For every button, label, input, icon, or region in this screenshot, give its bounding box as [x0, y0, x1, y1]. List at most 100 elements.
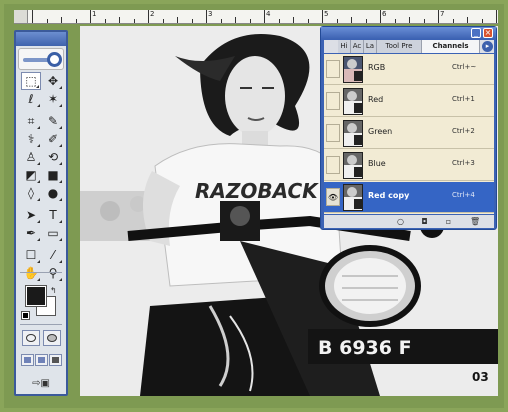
eraser-icon: ◩: [25, 168, 37, 182]
flyout-indicator: [59, 144, 62, 147]
ruler-tick: [322, 10, 323, 23]
visibility-toggle[interactable]: [326, 92, 340, 110]
default-colors-icon[interactable]: [21, 311, 30, 320]
ruler-tick: [220, 19, 222, 23]
standard-mode-button[interactable]: [22, 330, 40, 346]
jump-to-imageready-button[interactable]: ⇨▣: [26, 378, 56, 392]
dodge-tool[interactable]: ●: [43, 184, 63, 202]
ruler-label: 1: [92, 10, 97, 18]
channel-row-rgb[interactable]: RGB Ctrl+~: [324, 54, 494, 85]
palette-titlebar[interactable]: [321, 27, 496, 39]
close-icon[interactable]: ×: [483, 28, 493, 38]
quick-mask-mode-button[interactable]: [43, 330, 61, 346]
foreground-color-swatch[interactable]: [25, 285, 47, 307]
magic-wand-icon: ✶: [47, 92, 59, 106]
channel-thumbnail: [343, 152, 363, 179]
zoom-tool[interactable]: ⚲: [43, 264, 63, 282]
tab-tool-presets[interactable]: Tool Pre: [377, 40, 422, 53]
license-plate: B 6936 F: [318, 337, 412, 359]
crop-tool[interactable]: ⌗: [21, 112, 41, 130]
ruler-tick: [61, 17, 62, 23]
visibility-toggle[interactable]: [326, 156, 340, 174]
gradient-tool[interactable]: ■: [43, 166, 63, 184]
channel-row-blue[interactable]: Blue Ctrl+3: [324, 150, 494, 181]
eraser-tool[interactable]: ◩: [21, 166, 41, 184]
history-brush-tool[interactable]: ⟲: [43, 148, 63, 166]
channel-shortcut: Ctrl+4: [452, 191, 475, 199]
tab-actions[interactable]: Ac: [351, 40, 364, 53]
ruler-tick: [481, 19, 483, 23]
flyout-indicator: [59, 198, 62, 201]
move-icon: ✥: [47, 74, 59, 88]
notes-tool[interactable]: ☐: [21, 246, 41, 264]
eyedropper-tool[interactable]: ⁄: [43, 246, 63, 264]
hand-tool[interactable]: ✋: [21, 264, 41, 282]
path-selection-tool[interactable]: ➤: [21, 206, 41, 224]
channel-thumbnail: [343, 88, 363, 115]
ruler-origin[interactable]: [14, 10, 28, 24]
healing-brush-icon: ⚕: [27, 132, 35, 146]
pen-tool[interactable]: ✒: [21, 224, 41, 242]
ruler-tick: [496, 10, 497, 23]
flyout-indicator: [59, 180, 62, 183]
lasso-tool[interactable]: ℓ: [21, 90, 41, 108]
tab-history[interactable]: Hi: [338, 40, 351, 53]
channel-name: Red: [368, 95, 384, 104]
save-selection-icon[interactable]: ◘: [420, 217, 429, 226]
ruler-tick: [467, 17, 468, 23]
channel-list: RGB Ctrl+~ Red Ctrl+1 Green Ctrl+2 Blue …: [324, 54, 494, 214]
ruler-tick: [249, 19, 251, 23]
app-frame: 12345678 RAZOBACK: [0, 0, 508, 412]
standard-mode-icon: [26, 334, 36, 342]
channel-thumbnail: [343, 56, 363, 83]
magic-wand-tool[interactable]: ✶: [43, 90, 63, 108]
eye-icon: 👁: [327, 193, 339, 202]
visibility-toggle[interactable]: 👁: [326, 188, 340, 206]
channel-row-red-copy[interactable]: 👁 Red copy Ctrl+4: [324, 182, 494, 213]
new-channel-icon[interactable]: ▫: [444, 217, 453, 226]
visibility-toggle[interactable]: [326, 124, 340, 142]
palette-menu-icon[interactable]: ▸: [482, 41, 493, 52]
load-selection-icon[interactable]: ○: [396, 217, 405, 226]
tab-channels[interactable]: Channels: [422, 40, 480, 53]
blur-tool[interactable]: ◊: [21, 184, 41, 202]
tab-layers[interactable]: La: [364, 40, 377, 53]
clone-stamp-tool[interactable]: ♙: [21, 148, 41, 166]
ruler-label: 6: [382, 10, 387, 18]
channel-row-red[interactable]: Red Ctrl+1: [324, 86, 494, 117]
shape-tool[interactable]: ▭: [43, 224, 63, 242]
move-tool[interactable]: ✥: [43, 72, 63, 90]
ruler-tick: [307, 19, 309, 23]
adobe-online-button[interactable]: [18, 48, 64, 70]
channels-palette[interactable]: _ × Hi Ac La Tool Pre Channels ▸ RGB Ctr…: [320, 26, 497, 230]
ruler-tick: [264, 10, 265, 23]
ruler-tick: [206, 10, 207, 23]
minimize-icon[interactable]: _: [471, 28, 481, 38]
toolbox-panel[interactable]: ⬚ ✥ ℓ ✶ ⌗ ✎ ⚕ ✐ ♙ ⟲ ◩ ■ ◊ ● ➤ T ✒ ▭ ☐ ⁄ ✋ ⚲ ↰ ⇨▣: [14, 30, 68, 396]
horizontal-ruler[interactable]: 12345678: [14, 10, 498, 24]
marquee-tool[interactable]: ⬚: [21, 72, 41, 90]
ruler-tick: [438, 10, 439, 23]
ruler-label: 3: [208, 10, 213, 18]
delete-channel-icon[interactable]: 🗑: [470, 217, 480, 226]
channel-thumbnail: [343, 184, 363, 211]
flyout-indicator: [37, 260, 40, 263]
flyout-indicator: [37, 104, 40, 107]
slice-tool[interactable]: ✎: [43, 112, 63, 130]
standard-screen-button[interactable]: [21, 354, 34, 366]
type-tool[interactable]: T: [43, 206, 63, 224]
flyout-indicator: [37, 238, 40, 241]
channel-row-green[interactable]: Green Ctrl+2: [324, 118, 494, 149]
swap-colors-icon[interactable]: ↰: [50, 286, 57, 295]
toolbox-titlebar[interactable]: [16, 32, 66, 46]
ruler-tick: [133, 19, 135, 23]
ruler-tick: [278, 19, 280, 23]
flyout-indicator: [37, 220, 40, 223]
full-screen-button[interactable]: [49, 354, 62, 366]
full-screen-menu-button[interactable]: [35, 354, 48, 366]
brush-tool[interactable]: ✐: [43, 130, 63, 148]
visibility-toggle[interactable]: [326, 60, 340, 78]
feather-icon: [23, 58, 49, 62]
healing-brush-tool[interactable]: ⚕: [21, 130, 41, 148]
ruler-tick: [409, 17, 410, 23]
